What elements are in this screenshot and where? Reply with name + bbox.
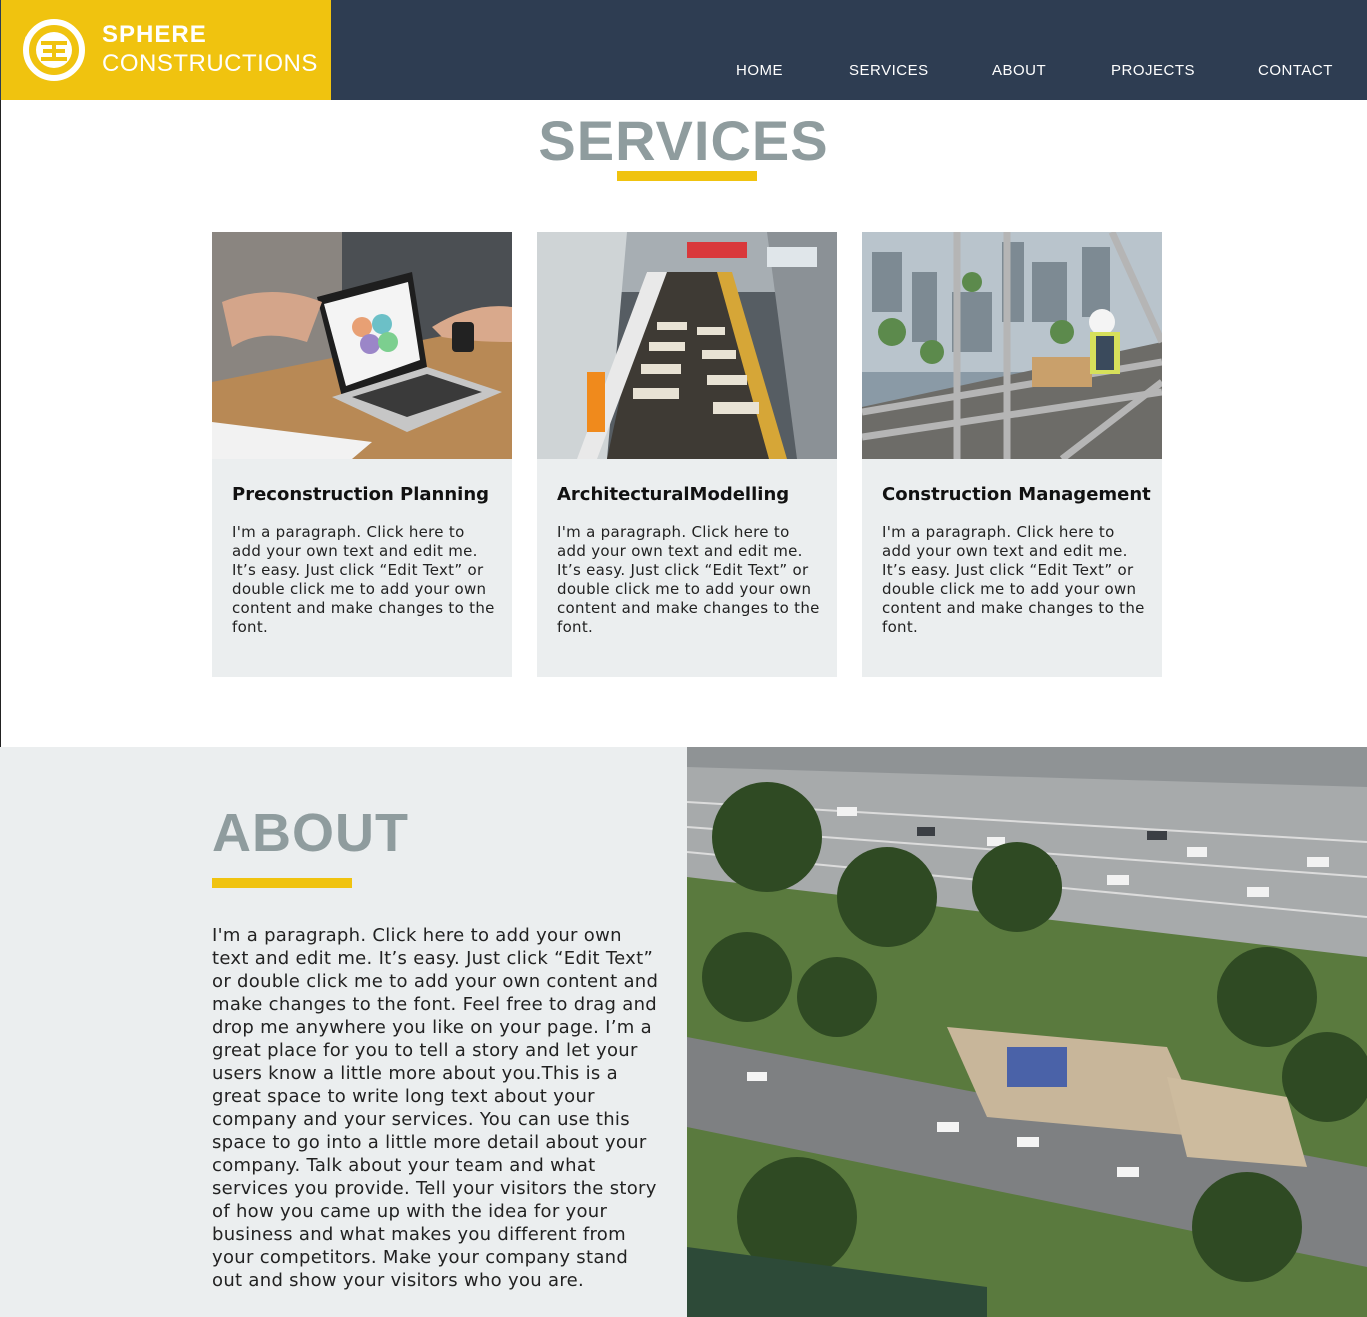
service-image-laptop [212,232,512,459]
service-card-preconstruction[interactable]: Preconstruction Planning I'm a paragraph… [212,232,512,677]
services-heading: SERVICES [538,109,829,172]
logo[interactable]: SPHERE CONSTRUCTIONS [1,0,331,100]
service-title: ArchitecturalModelling [557,484,790,505]
logo-title: SPHERE [102,21,207,48]
services-heading-underline [617,171,757,181]
nav-services[interactable]: SERVICES [849,62,929,79]
service-description: I'm a paragraph. Click here to add your … [232,523,495,636]
main-nav: HOME SERVICES ABOUT PROJECTS CONTACT [0,62,1367,82]
service-card-architectural-modelling[interactable]: ArchitecturalModelling I'm a paragraph. … [537,232,837,677]
service-title: Construction Management [882,484,1151,505]
service-image-mall [537,232,837,459]
nav-projects[interactable]: PROJECTS [1111,62,1195,79]
service-description: I'm a paragraph. Click here to add your … [882,523,1145,636]
site-header: SPHERE CONSTRUCTIONS HOME SERVICES ABOUT… [0,0,1367,100]
about-paragraph: I'm a paragraph. Click here to add your … [212,925,659,1291]
service-title: Preconstruction Planning [232,484,490,505]
nav-contact[interactable]: CONTACT [1258,62,1333,79]
page-edge-divider [0,100,1,747]
about-heading-underline [212,878,352,888]
nav-home[interactable]: HOME [736,62,783,79]
about-aerial-image [687,747,1367,1317]
service-description: I'm a paragraph. Click here to add your … [557,523,820,636]
service-image-scaffold [862,232,1162,459]
nav-about[interactable]: ABOUT [992,62,1046,79]
about-heading: ABOUT [212,803,409,863]
service-card-construction-management[interactable]: Construction Management I'm a paragraph.… [862,232,1162,677]
